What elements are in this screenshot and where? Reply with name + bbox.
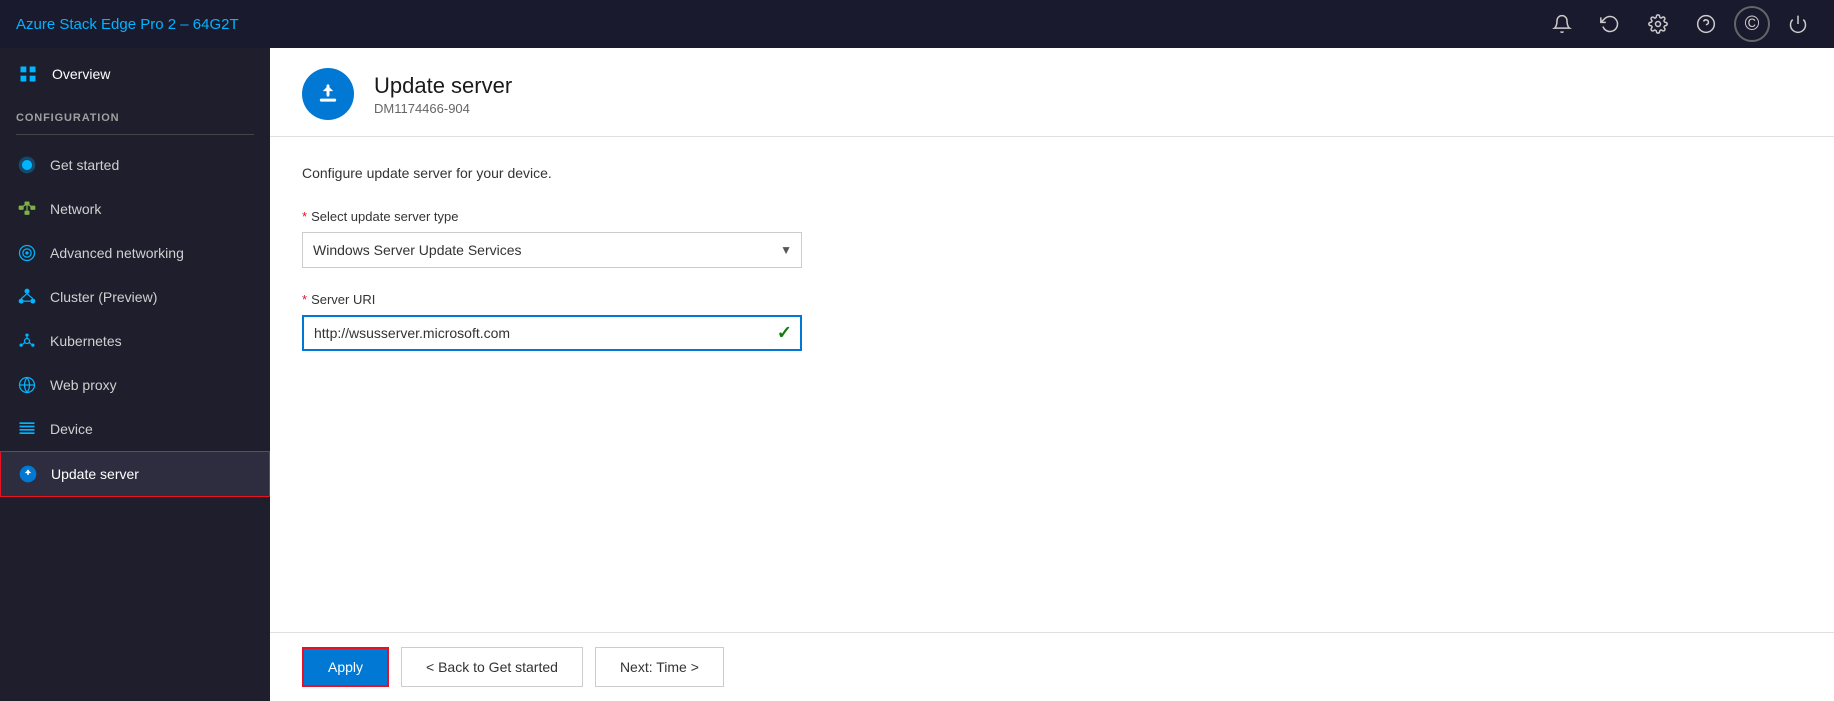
sidebar-item-web-proxy[interactable]: Web proxy <box>0 363 270 407</box>
sidebar-item-overview[interactable]: Overview <box>0 48 270 100</box>
cluster-icon <box>16 286 38 308</box>
sidebar-divider <box>16 134 254 135</box>
next-time-button[interactable]: Next: Time > <box>595 647 724 687</box>
server-type-label: * Select update server type <box>302 209 1802 224</box>
back-to-get-started-button[interactable]: < Back to Get started <box>401 647 583 687</box>
settings-icon[interactable] <box>1638 4 1678 44</box>
main-layout: Overview CONFIGURATION Get started <box>0 48 1834 701</box>
sidebar-item-advanced-networking[interactable]: Advanced networking <box>0 231 270 275</box>
page-subtitle: DM1174466-904 <box>374 101 512 116</box>
sidebar: Overview CONFIGURATION Get started <box>0 48 270 701</box>
sidebar-section-configuration: CONFIGURATION <box>0 100 270 130</box>
globe-icon <box>16 374 38 396</box>
server-uri-input[interactable] <box>302 315 802 351</box>
server-type-select-wrapper: Windows Server Update Services Microsoft… <box>302 232 802 268</box>
account-icon[interactable]: © <box>1734 6 1770 42</box>
server-uri-label: * Server URI <box>302 292 1802 307</box>
required-star-1: * <box>302 209 307 224</box>
help-icon[interactable] <box>1686 4 1726 44</box>
refresh-icon[interactable] <box>1590 4 1630 44</box>
sidebar-item-get-started[interactable]: Get started <box>0 143 270 187</box>
server-type-field: * Select update server type Windows Serv… <box>302 209 1802 268</box>
sidebar-item-device[interactable]: Device <box>0 407 270 451</box>
page-body: Configure update server for your device.… <box>270 137 1834 632</box>
apply-button[interactable]: Apply <box>302 647 389 687</box>
overview-icon <box>16 62 40 86</box>
notifications-icon[interactable] <box>1542 4 1582 44</box>
page-header-icon <box>302 68 354 120</box>
network-icon <box>16 198 38 220</box>
top-bar-icons: © <box>1542 4 1818 44</box>
sidebar-item-advanced-networking-label: Advanced networking <box>50 245 184 261</box>
sidebar-item-cluster[interactable]: Cluster (Preview) <box>0 275 270 319</box>
page-header: Update server DM1174466-904 <box>270 48 1834 137</box>
sidebar-item-network-label: Network <box>50 201 101 217</box>
app-title: Azure Stack Edge Pro 2 – 64G2T <box>16 16 239 33</box>
page-header-text: Update server DM1174466-904 <box>374 73 512 116</box>
sidebar-item-kubernetes-label: Kubernetes <box>50 333 122 349</box>
page-description: Configure update server for your device. <box>302 165 1802 181</box>
sidebar-item-get-started-label: Get started <box>50 157 119 173</box>
update-server-icon <box>17 463 39 485</box>
server-type-select[interactable]: Windows Server Update Services Microsoft… <box>302 232 802 268</box>
kubernetes-icon <box>16 330 38 352</box>
power-icon[interactable] <box>1778 4 1818 44</box>
top-bar: Azure Stack Edge Pro 2 – 64G2T <box>0 0 1834 48</box>
sidebar-item-kubernetes[interactable]: Kubernetes <box>0 319 270 363</box>
server-uri-field: * Server URI ✓ <box>302 292 1802 351</box>
input-valid-icon: ✓ <box>777 323 792 344</box>
get-started-icon <box>16 154 38 176</box>
content-area: Update server DM1174466-904 Configure up… <box>270 48 1834 701</box>
server-uri-input-wrapper: ✓ <box>302 315 802 351</box>
page-footer: Apply < Back to Get started Next: Time > <box>270 632 1834 701</box>
required-star-2: * <box>302 292 307 307</box>
device-icon <box>16 418 38 440</box>
sidebar-item-device-label: Device <box>50 421 93 437</box>
sidebar-item-web-proxy-label: Web proxy <box>50 377 117 393</box>
sidebar-overview-label: Overview <box>52 66 110 82</box>
sidebar-item-update-server[interactable]: Update server <box>0 451 270 497</box>
page-title: Update server <box>374 73 512 99</box>
sidebar-item-update-server-label: Update server <box>51 466 139 482</box>
sidebar-item-network[interactable]: Network <box>0 187 270 231</box>
advanced-networking-icon <box>16 242 38 264</box>
sidebar-item-cluster-label: Cluster (Preview) <box>50 289 157 305</box>
